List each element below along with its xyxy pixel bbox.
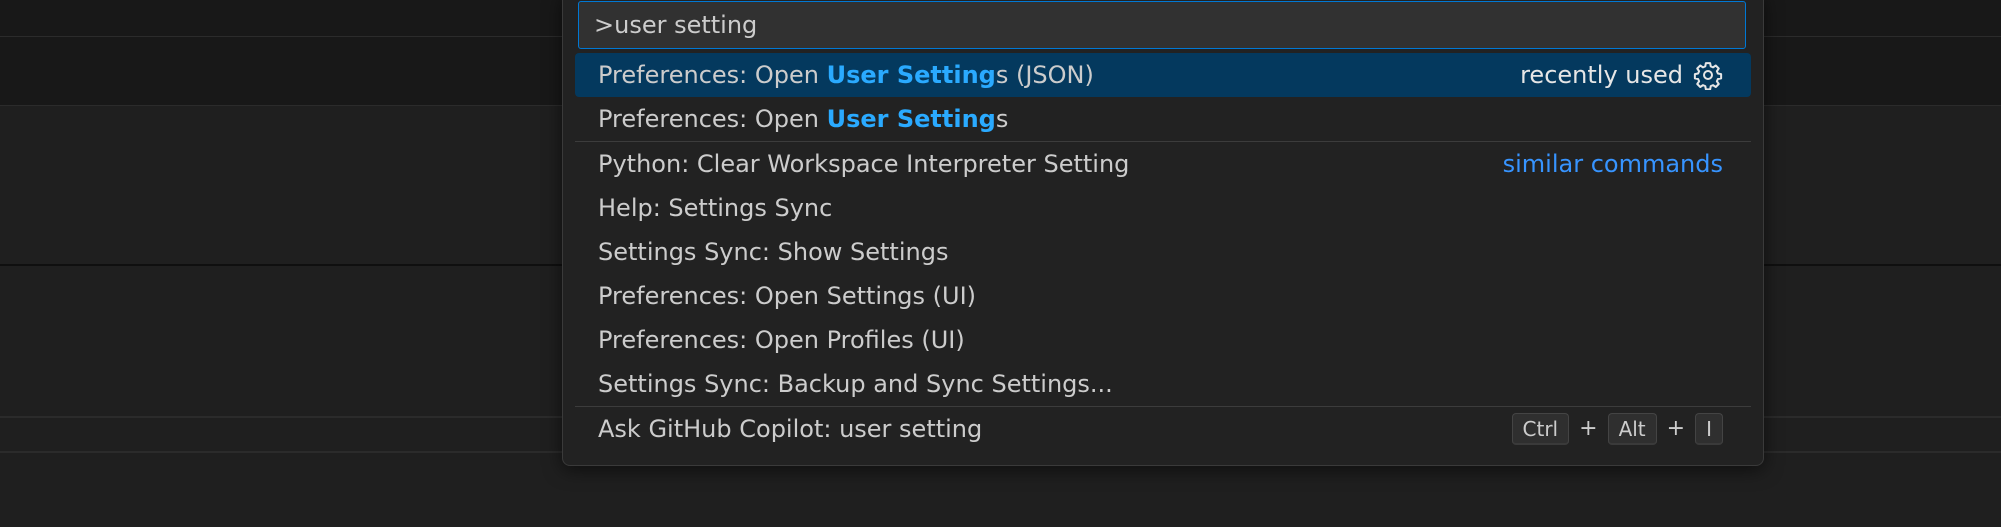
recently-used-label: recently used [1520,61,1683,89]
command-item-label: Ask GitHub Copilot: user setting [598,415,983,443]
command-item-open-user-settings[interactable]: Preferences: Open User Settings [575,97,1751,141]
command-list: Preferences: Open User Settings (JSON) r… [575,53,1751,451]
command-item-label: Help: Settings Sync [598,194,833,222]
command-item-label: Python: Clear Workspace Interpreter Sett… [598,150,1130,178]
command-item-backup-sync-settings[interactable]: Settings Sync: Backup and Sync Settings.… [575,362,1751,406]
match-highlight: User Setting [826,105,996,133]
command-palette: Preferences: Open User Settings (JSON) r… [562,0,1764,466]
command-item-python-clear-interpreter[interactable]: Python: Clear Workspace Interpreter Sett… [575,141,1751,186]
key-separator: + [1579,416,1598,441]
keybinding: Ctrl + Alt + I [1511,407,1723,451]
command-item-ask-copilot[interactable]: Ask GitHub Copilot: user setting Ctrl + … [575,406,1751,451]
command-item-label: Preferences: Open User Settings (JSON) [598,61,1094,89]
gear-icon[interactable] [1693,60,1723,90]
command-item-help-settings-sync[interactable]: Help: Settings Sync [575,186,1751,230]
command-palette-input[interactable] [578,1,1746,49]
command-item-label: Preferences: Open Settings (UI) [598,282,977,310]
command-item-label: Settings Sync: Backup and Sync Settings.… [598,370,1113,398]
command-item-meta: recently used [1520,53,1723,97]
command-item-settings-sync-show[interactable]: Settings Sync: Show Settings [575,230,1751,274]
key-ctrl: Ctrl [1511,413,1570,445]
key-alt: Alt [1607,413,1657,445]
command-item-meta: similar commands [1503,142,1723,186]
match-highlight: User Setting [826,61,996,89]
key-i: I [1695,413,1723,445]
command-item-label: Preferences: Open User Settings [598,105,1009,133]
similar-commands-link[interactable]: similar commands [1503,142,1723,186]
command-item-label: Settings Sync: Show Settings [598,238,949,266]
key-separator: + [1666,416,1686,441]
command-item-open-user-settings-json[interactable]: Preferences: Open User Settings (JSON) r… [575,53,1751,97]
command-item-open-profiles-ui[interactable]: Preferences: Open Profiles (UI) [575,318,1751,362]
command-item-open-settings-ui[interactable]: Preferences: Open Settings (UI) [575,274,1751,318]
command-item-label: Preferences: Open Profiles (UI) [598,326,965,354]
